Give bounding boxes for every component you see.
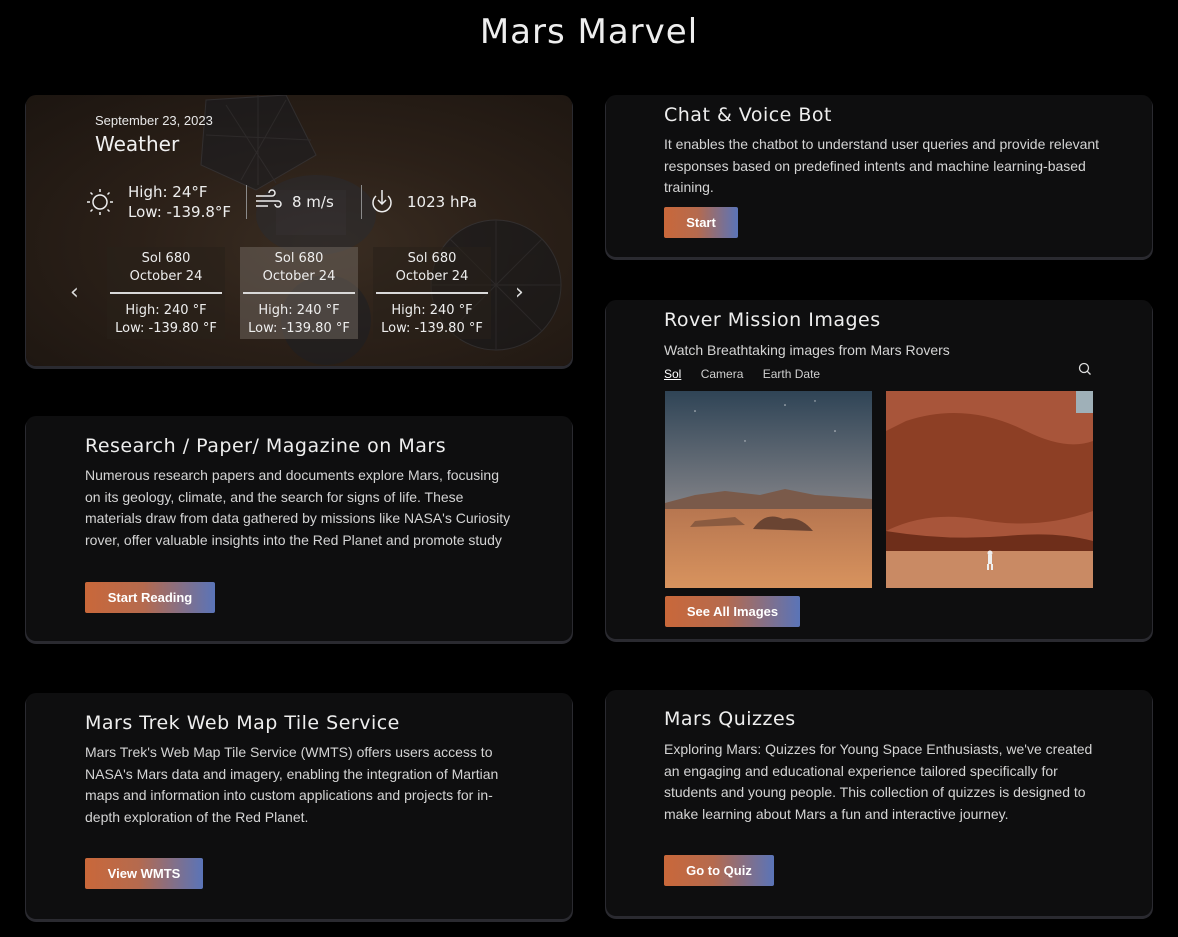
card-title: Rover Mission Images xyxy=(664,309,881,331)
rover-images-card: Rover Mission Images Watch Breathtaking … xyxy=(606,300,1152,639)
forecast-date: October 24 xyxy=(262,269,336,284)
start-button[interactable]: Start xyxy=(664,207,738,238)
forecast-card[interactable]: Sol 680 October 24 High: 240 °F Low: -13… xyxy=(107,247,225,339)
weather-title: Weather xyxy=(95,132,180,156)
pressure-value: 1023 hPa xyxy=(407,193,478,211)
temp-low: Low: -139.8°F xyxy=(128,203,232,221)
forecast-date: October 24 xyxy=(395,269,469,284)
forecast-low: Low: -139.80 °F xyxy=(381,321,483,336)
go-to-quiz-button[interactable]: Go to Quiz xyxy=(664,855,774,886)
divider xyxy=(110,292,222,294)
view-wmts-button[interactable]: View WMTS xyxy=(85,858,203,889)
card-description: Mars Trek's Web Map Tile Service (WMTS) … xyxy=(85,744,499,825)
mars-quiz-card: Mars Quizzes Exploring Mars: Quizzes for… xyxy=(606,690,1152,916)
card-description: It enables the chatbot to understand use… xyxy=(664,136,1100,195)
card-title: Mars Quizzes xyxy=(664,708,796,730)
chevron-right-icon[interactable]: › xyxy=(515,280,524,305)
weather-card: September 23, 2023 Weather High: 24°F Lo… xyxy=(26,95,572,366)
forecast-sol: Sol 680 xyxy=(141,251,191,266)
card-title: Chat & Voice Bot xyxy=(664,104,833,126)
card-title: Research / Paper/ Magazine on Mars xyxy=(85,435,447,457)
filter-tabs: Sol Camera Earth Date xyxy=(664,367,836,381)
rover-image[interactable] xyxy=(886,391,1093,588)
weather-date: September 23, 2023 xyxy=(95,113,213,128)
divider xyxy=(376,292,488,294)
sun-icon xyxy=(87,189,113,215)
start-reading-button[interactable]: Start Reading xyxy=(85,582,215,613)
divider xyxy=(361,185,362,219)
search-icon[interactable] xyxy=(1078,362,1092,376)
forecast-date: October 24 xyxy=(129,269,203,284)
tab-camera[interactable]: Camera xyxy=(701,367,744,381)
forecast-card[interactable]: Sol 680 October 24 High: 240 °F Low: -13… xyxy=(373,247,491,339)
card-description: Watch Breathtaking images from Mars Rove… xyxy=(664,342,950,358)
pressure-icon xyxy=(372,190,392,213)
forecast-high: High: 240 °F xyxy=(125,303,207,318)
tab-sol[interactable]: Sol xyxy=(664,367,681,381)
mars-trek-card: Mars Trek Web Map Tile Service Mars Trek… xyxy=(26,693,572,919)
tab-earth-date[interactable]: Earth Date xyxy=(763,367,820,381)
wind-icon xyxy=(256,189,282,208)
page-title: Mars Marvel xyxy=(479,12,699,52)
divider xyxy=(243,292,355,294)
rover-image[interactable] xyxy=(665,391,872,588)
see-all-images-button[interactable]: See All Images xyxy=(665,596,800,627)
card-description: Exploring Mars: Quizzes for Young Space … xyxy=(664,741,1093,822)
chat-bot-card: Chat & Voice Bot It enables the chatbot … xyxy=(606,95,1152,257)
wind-speed: 8 m/s xyxy=(292,193,334,211)
divider xyxy=(246,185,247,219)
forecast-sol: Sol 680 xyxy=(407,251,457,266)
forecast-sol: Sol 680 xyxy=(274,251,324,266)
research-card: Research / Paper/ Magazine on Mars Numer… xyxy=(26,416,572,641)
forecast-low: Low: -139.80 °F xyxy=(248,321,350,336)
chevron-left-icon[interactable]: ‹ xyxy=(70,280,79,305)
temp-high: High: 24°F xyxy=(128,183,208,201)
forecast-high: High: 240 °F xyxy=(391,303,473,318)
forecast-low: Low: -139.80 °F xyxy=(115,321,217,336)
forecast-card[interactable]: Sol 680 October 24 High: 240 °F Low: -13… xyxy=(240,247,358,339)
card-title: Mars Trek Web Map Tile Service xyxy=(85,712,400,734)
forecast-high: High: 240 °F xyxy=(258,303,340,318)
card-description: Numerous research papers and documents e… xyxy=(85,467,511,548)
